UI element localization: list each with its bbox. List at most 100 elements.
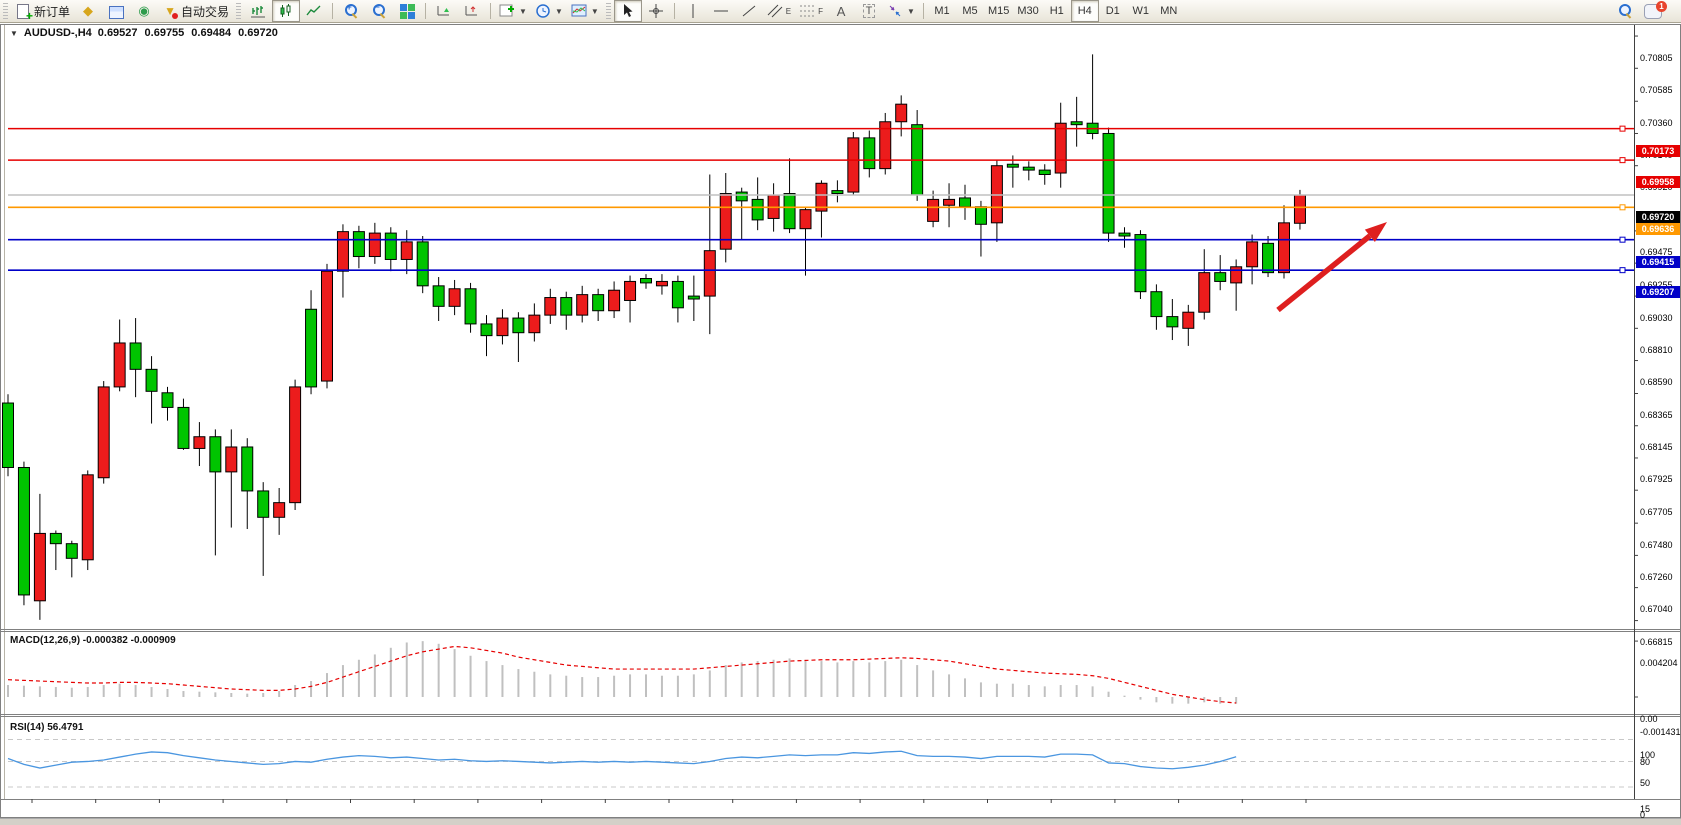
timeframe-button-h1[interactable]: H1: [1043, 0, 1071, 22]
fibo-sub-label: F: [818, 7, 823, 16]
indicators-icon: [499, 3, 515, 19]
terminal-button[interactable]: [102, 0, 130, 22]
candle: [18, 462, 29, 606]
trendline-tool[interactable]: [735, 0, 763, 22]
fibonacci-icon: [799, 3, 815, 19]
collapse-icon[interactable]: ▼: [10, 29, 18, 38]
bear-candle-body: [178, 407, 189, 448]
timeframe-button-mn[interactable]: MN: [1155, 0, 1183, 22]
tile-windows-button[interactable]: [393, 0, 421, 22]
chart-canvas[interactable]: [0, 22, 1681, 825]
price-tick-label: 0.67925: [1640, 474, 1673, 484]
bar-chart-button[interactable]: [244, 0, 272, 22]
toolbar-separator: [332, 3, 333, 19]
candle: [880, 113, 891, 175]
bull-candle-body: [704, 251, 715, 296]
bear-candle-body: [162, 393, 173, 408]
title-open-value: 0.69527: [98, 27, 138, 39]
candle: [1294, 190, 1305, 230]
templates-button[interactable]: ▼: [567, 0, 603, 22]
bull-candle-body: [800, 210, 811, 229]
clock-icon: [535, 3, 551, 19]
price-tick-label: 0.68145: [1640, 442, 1673, 452]
terminal-icon: [109, 6, 124, 19]
title-close-value: 0.69720: [238, 27, 278, 39]
bull-candle-body: [194, 437, 205, 449]
arrows-tool[interactable]: ▼: [883, 0, 919, 22]
vertical-line-tool[interactable]: [679, 0, 707, 22]
auto-scroll-icon: [436, 3, 452, 19]
line-drag-handle[interactable]: [1620, 126, 1625, 131]
line-drag-handle[interactable]: [1620, 205, 1625, 210]
bear-candle-body: [1151, 292, 1162, 317]
bottom-strip: [0, 818, 1681, 825]
periods-button[interactable]: ▼: [531, 0, 567, 22]
bear-candle-body: [146, 369, 157, 391]
candle: [3, 394, 14, 476]
auto-trading-icon: ▼: [162, 3, 178, 19]
bear-candle-body: [258, 491, 269, 517]
crosshair-tool-button[interactable]: [642, 0, 670, 22]
bear-candle-body: [353, 232, 364, 257]
timeframe-button-m1[interactable]: M1: [928, 0, 956, 22]
price-tick-label: 0.68590: [1640, 377, 1673, 387]
bear-candle-body: [433, 286, 444, 307]
auto-trading-button[interactable]: ▼ 自动交易: [158, 0, 233, 22]
candle: [322, 264, 333, 389]
indicators-button[interactable]: ▼: [495, 0, 531, 22]
timeframe-button-m30[interactable]: M30: [1013, 0, 1042, 22]
timeframe-button-h4[interactable]: H4: [1071, 0, 1099, 22]
bear-candle-body: [66, 544, 77, 559]
zoom-out-button[interactable]: −: [365, 0, 393, 22]
bear-candle-body: [1167, 317, 1178, 327]
bull-candle-body: [274, 503, 285, 518]
crosshair-icon: [648, 3, 664, 19]
price-tick-label: 0.68810: [1640, 345, 1673, 355]
bear-candle-body: [513, 318, 524, 333]
notifications-button[interactable]: 1: [1639, 0, 1667, 22]
search-icon: [1617, 3, 1633, 19]
dropdown-arrow: ▼: [555, 7, 563, 16]
zoom-in-button[interactable]: +: [337, 0, 365, 22]
fibonacci-tool[interactable]: F: [795, 0, 827, 22]
bear-candle-body: [50, 533, 61, 543]
bear-candle-body: [1039, 170, 1050, 174]
bull-candle-body: [82, 475, 93, 560]
bull-candle-body: [1279, 223, 1290, 273]
bull-candle-body: [1247, 242, 1258, 267]
chart-shift-button[interactable]: [458, 0, 486, 22]
mt4-window: + 新订单 ◆ ◉ ▼ 自动交易 + −: [0, 0, 1681, 825]
line-drag-handle[interactable]: [1620, 237, 1625, 242]
search-button[interactable]: [1611, 0, 1639, 22]
bear-candle-body: [752, 199, 763, 220]
price-tick-label: 0.67260: [1640, 572, 1673, 582]
line-chart-icon: [306, 3, 322, 19]
new-order-button[interactable]: + 新订单: [11, 0, 74, 22]
timeframe-button-m5[interactable]: M5: [956, 0, 984, 22]
bull-candle-body: [848, 138, 859, 192]
bear-candle-body: [561, 298, 572, 316]
candlestick-chart-button[interactable]: [272, 0, 300, 22]
channel-tool[interactable]: E: [763, 0, 795, 22]
timeframe-button-m15[interactable]: M15: [984, 0, 1013, 22]
line-drag-handle[interactable]: [1620, 268, 1625, 273]
text-tool[interactable]: A: [827, 0, 855, 22]
horizontal-line-tool[interactable]: [707, 0, 735, 22]
market-watch-button[interactable]: ◆: [74, 0, 102, 22]
timeframe-button-w1[interactable]: W1: [1127, 0, 1155, 22]
price-tick-label: 0.69030: [1640, 313, 1673, 323]
timeframe-button-d1[interactable]: D1: [1099, 0, 1127, 22]
macd-axis-max: 0.004204: [1640, 658, 1678, 668]
price-badge-current: 0.69720: [1636, 211, 1680, 223]
line-drag-handle[interactable]: [1620, 158, 1625, 163]
price-tick-label: 0.66815: [1640, 637, 1673, 647]
bear-candle-body: [385, 233, 396, 259]
macd-label: MACD(12,26,9) -0.000382 -0.000909: [10, 635, 176, 646]
text-label-tool[interactable]: T: [855, 0, 883, 22]
line-chart-button[interactable]: [300, 0, 328, 22]
bear-candle-body: [1103, 133, 1114, 233]
auto-scroll-button[interactable]: [430, 0, 458, 22]
toolbar-grip: [236, 3, 241, 19]
signals-button[interactable]: ◉: [130, 0, 158, 22]
cursor-tool-button[interactable]: [614, 0, 642, 22]
